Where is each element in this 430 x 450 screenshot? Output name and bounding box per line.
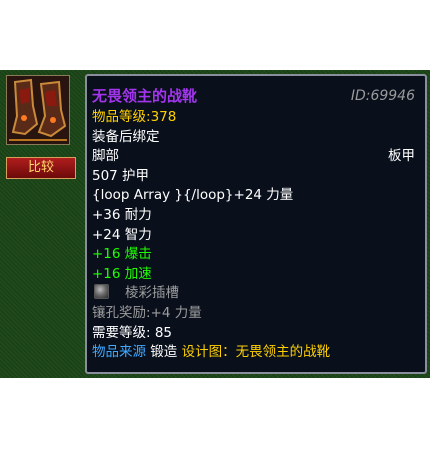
slot-row: 脚部 板甲 — [92, 147, 415, 167]
prismatic-socket-icon — [94, 284, 109, 300]
plate-boots-icon[interactable] — [6, 75, 70, 145]
compare-button[interactable]: 比较 — [6, 157, 76, 179]
socket-row: 棱彩插槽 — [92, 284, 415, 304]
item-panel: 比较 无畏领主的战靴 ID:69946 物品等级:378 装备后绑定 脚部 板甲… — [0, 70, 430, 378]
stat-line: {loop Array }{/loop}+24 力量 — [92, 187, 294, 204]
title-row: 无畏领主的战靴 ID:69946 — [92, 84, 415, 108]
item-name[interactable]: 无畏领主的战靴 — [92, 87, 197, 105]
source-type: 锻造 — [150, 344, 178, 361]
required-level: 需要等级: 85 — [92, 324, 173, 341]
bind-text: 装备后绑定 — [92, 128, 160, 145]
intellect-stat: +24 智力 — [92, 226, 152, 243]
stamina-stat: +36 耐力 — [92, 206, 152, 223]
source-label: 物品来源 — [92, 344, 146, 361]
crit-stat: +16 爆击 — [92, 246, 152, 263]
socket-bonus: 镶孔奖励:+4 力量 — [92, 304, 202, 321]
source-row: 物品来源 锻造 设计图：无畏领主的战靴 — [92, 343, 415, 363]
item-tooltip: 无畏领主的战靴 ID:69946 物品等级:378 装备后绑定 脚部 板甲 50… — [85, 74, 427, 374]
item-level-value: 378 — [150, 109, 177, 125]
item-id: ID:69946 — [350, 88, 415, 104]
item-level-label: 物品等级: — [92, 109, 151, 125]
armor-text: 507 护甲 — [92, 167, 150, 184]
armor-type-text: 板甲 — [388, 148, 415, 165]
item-level-row: 物品等级:378 — [92, 108, 415, 128]
haste-stat: +16 加速 — [92, 265, 152, 282]
source-detail-link[interactable]: 设计图：无畏领主的战靴 — [182, 344, 331, 360]
socket-label: 棱彩插槽 — [125, 285, 179, 302]
slot-text: 脚部 — [92, 148, 119, 165]
